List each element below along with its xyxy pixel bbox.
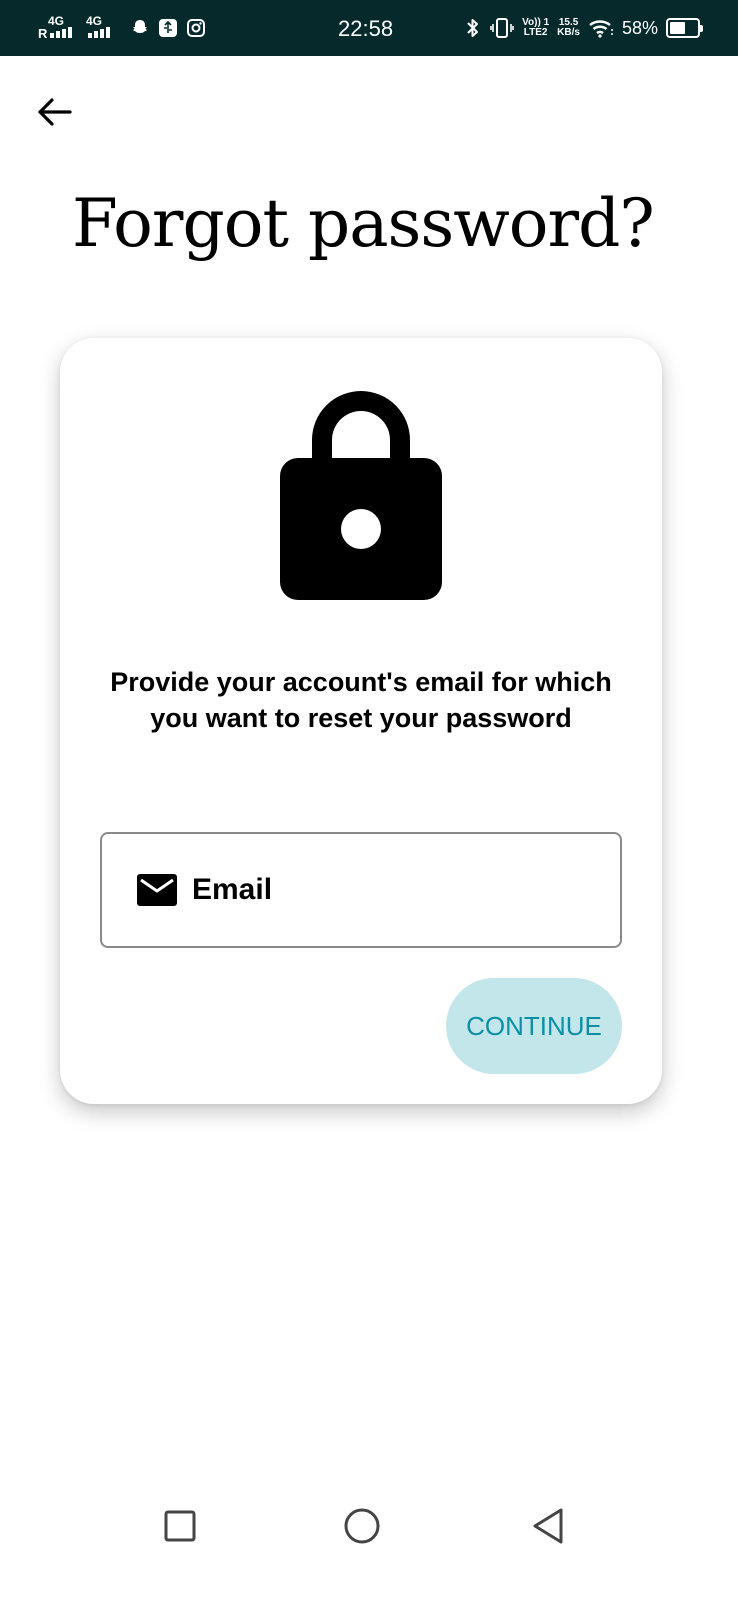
back-triangle-icon (533, 1508, 563, 1544)
status-bar: 4G R 4G 22:58 Vo)) 1 LTE2 15.5 KB/s 58% (0, 0, 738, 56)
battery-percent: 58% (621, 17, 658, 38)
recents-square-icon (164, 1510, 196, 1542)
signal-sim1-icon: 4G R (38, 14, 76, 42)
volte-indicator: Vo)) 1 LTE2 (522, 18, 549, 38)
status-bar-left: 4G R 4G (38, 14, 206, 42)
snapchat-icon (133, 20, 147, 33)
system-nav-bar (0, 1480, 738, 1600)
signal2-label: 4G (86, 14, 103, 28)
lock-icon (280, 391, 442, 600)
continue-button[interactable]: CONTINUE (446, 978, 622, 1074)
recents-button[interactable] (160, 1506, 200, 1546)
mail-icon (137, 874, 177, 906)
status-time: 22:58 (338, 16, 394, 41)
lte-label: LTE2 (523, 27, 548, 38)
instruction-text: Provide your account's email for which y… (110, 667, 612, 733)
network-speed: 15.5 KB/s (557, 18, 580, 38)
reset-card: Provide your account's email for which y… (60, 338, 662, 1104)
roaming-label: R (38, 26, 48, 41)
wifi-icon (589, 20, 613, 38)
page-title: Forgot password? (72, 185, 655, 262)
vibrate-icon (490, 18, 514, 38)
battery-icon (666, 18, 703, 38)
status-bar-right: Vo)) 1 LTE2 15.5 KB/s 58% (464, 14, 703, 42)
arrow-left-icon (38, 98, 72, 126)
bluetooth-icon (467, 19, 479, 37)
battery-level-fill (670, 22, 686, 34)
instagram-icon (187, 19, 205, 37)
email-field[interactable] (100, 832, 622, 948)
speed-unit: KB/s (557, 27, 580, 38)
back-button[interactable] (34, 92, 74, 132)
email-input[interactable] (192, 873, 572, 907)
home-button[interactable] (342, 1506, 382, 1546)
home-circle-icon (344, 1508, 380, 1544)
usb-debug-icon (159, 19, 177, 37)
signal-sim2-icon: 4G (84, 14, 122, 42)
system-back-button[interactable] (528, 1506, 568, 1546)
signal1-label: 4G (48, 14, 65, 28)
